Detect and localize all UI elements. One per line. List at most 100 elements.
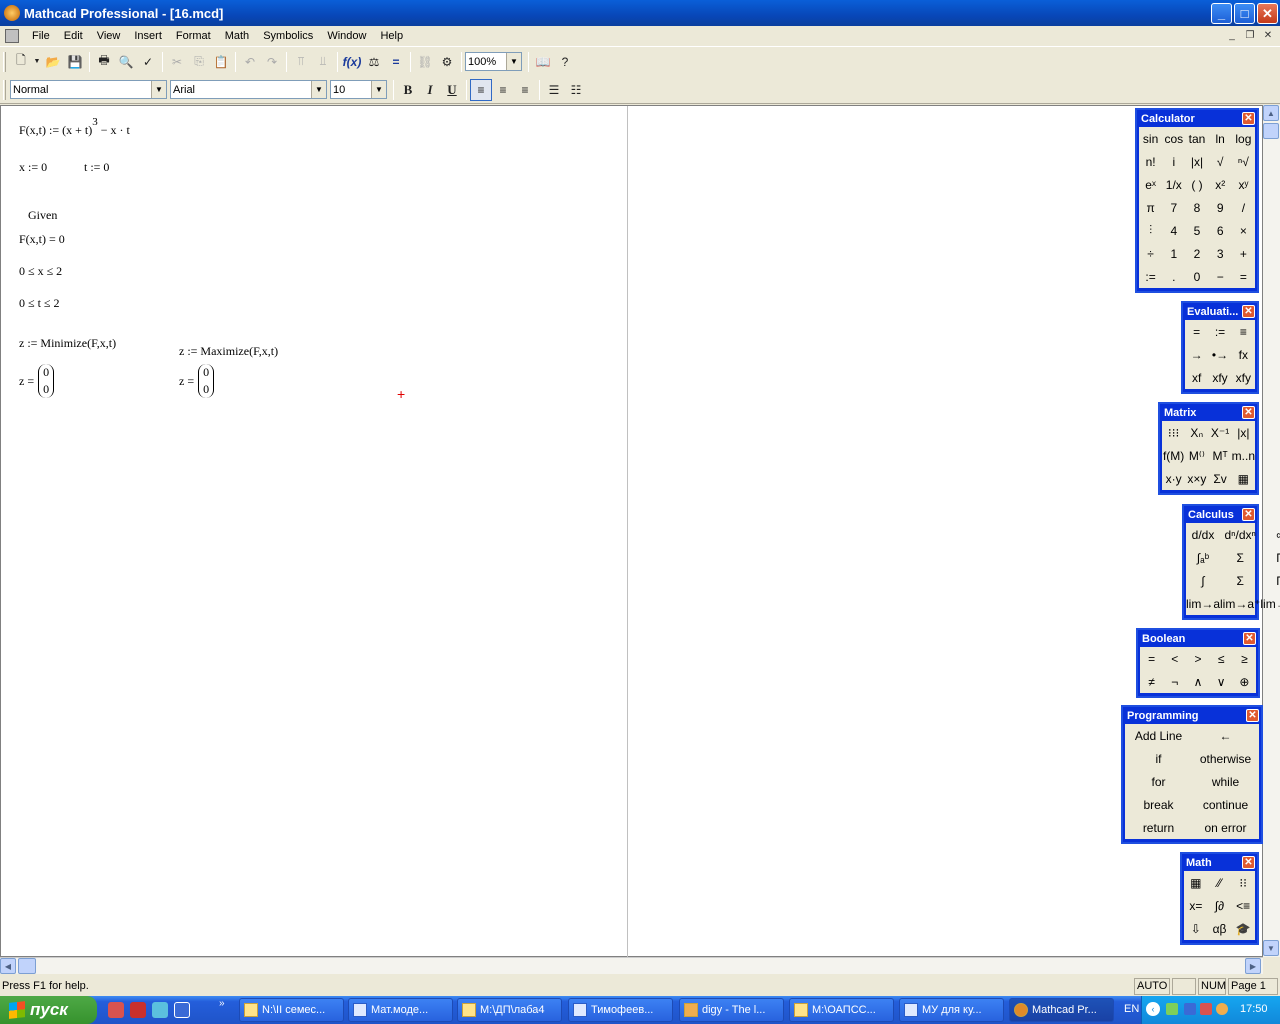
math-button-6[interactable]: ⇩ [1184,917,1208,940]
new-document-icon[interactable]: 🗋 [10,51,32,73]
scroll-thumb[interactable] [1263,123,1279,139]
calculator-button-12[interactable]: ( ) [1185,173,1208,196]
mathcad-app-icon[interactable] [4,5,20,21]
math-button-0[interactable]: ▦ [1184,871,1208,894]
cut-icon[interactable]: ✂ [166,51,188,73]
close-icon[interactable]: ✕ [1242,856,1255,869]
chevron-down-icon[interactable]: ▼ [311,81,326,98]
math-button-2[interactable]: ⁝⁝ [1231,871,1255,894]
calculus-button-6[interactable]: ∫ [1186,569,1220,592]
update-icon[interactable] [1216,1003,1228,1015]
doc-restore-button[interactable]: ❐ [1242,28,1258,42]
document-icon[interactable] [5,29,19,43]
evaluation-button-0[interactable]: = [1185,320,1208,343]
help-icon[interactable]: ? [554,51,576,73]
minimize-expression[interactable]: z := Minimize(F,x,t) [19,336,116,351]
close-icon[interactable]: ✕ [1242,112,1255,125]
boolean-button-3[interactable]: ≤ [1210,647,1233,670]
toolbar-grip[interactable] [3,79,6,100]
programming-button-6[interactable]: break [1125,793,1192,816]
task-button[interactable]: Тимофеев... [568,998,673,1022]
paste-icon[interactable]: 📋 [210,51,232,73]
z-max-result[interactable]: z = 0 0 [179,364,215,398]
close-icon[interactable]: ✕ [1246,709,1259,722]
underline-button[interactable]: U [441,79,463,101]
evaluation-button-3[interactable]: → [1185,343,1208,366]
scroll-up-icon[interactable]: ▲ [1263,105,1279,121]
menu-edit[interactable]: Edit [57,30,90,42]
menu-file[interactable]: File [25,30,57,42]
close-button[interactable]: ✕ [1257,3,1278,24]
calculate-icon[interactable]: = [385,51,407,73]
calculator-button-10[interactable]: eˣ [1139,173,1162,196]
z-min-result[interactable]: z = 0 0 [19,364,55,398]
insert-hyperlink-icon[interactable]: ⛓ [414,51,436,73]
task-button[interactable]: N:\II семес... [239,998,344,1022]
calculator-button-31[interactable]: . [1162,265,1185,288]
calculator-button-26[interactable]: 1 [1162,242,1185,265]
calculator-button-28[interactable]: 3 [1209,242,1232,265]
redo-icon[interactable]: ↷ [261,51,283,73]
matrix-button-5[interactable]: M⁽⁾ [1185,444,1208,467]
copy-icon[interactable]: ⎘ [188,51,210,73]
insert-function-icon[interactable]: f(x) [341,51,363,73]
calculator-button-14[interactable]: xʸ [1232,173,1255,196]
menu-math[interactable]: Math [218,30,256,42]
calculator-button-3[interactable]: ln [1209,127,1232,150]
clock[interactable]: 17:50 [1240,1003,1268,1015]
math-button-3[interactable]: x= [1184,894,1208,917]
calculator-button-20[interactable]: ⫶ [1139,219,1162,242]
close-icon[interactable]: ✕ [1242,508,1255,521]
programming-button-4[interactable]: for [1125,770,1192,793]
font-select[interactable]: Arial ▼ [170,80,327,99]
bold-button[interactable]: B [397,79,419,101]
matrix-button-0[interactable]: ⁝⁝⁝ [1162,421,1185,444]
chevron-down-icon[interactable]: ▼ [151,81,166,98]
matrix-button-6[interactable]: Mᵀ [1208,444,1231,467]
menu-window[interactable]: Window [320,30,373,42]
style-select[interactable]: Normal ▼ [10,80,167,99]
boolean-button-6[interactable]: ¬ [1163,670,1186,693]
matrix-button-11[interactable]: ▦ [1232,467,1255,490]
dropdown-arrow-icon[interactable]: ▼ [32,51,42,73]
security-icon[interactable] [1200,1003,1212,1015]
calculus-button-5[interactable]: Π [1260,546,1280,569]
calculator-button-34[interactable]: = [1232,265,1255,288]
language-indicator[interactable]: EN [1124,1003,1139,1015]
menu-view[interactable]: View [90,30,128,42]
matrix-button-7[interactable]: m..n [1232,444,1255,467]
programming-button-7[interactable]: continue [1192,793,1259,816]
programming-button-5[interactable]: while [1192,770,1259,793]
programming-button-3[interactable]: otherwise [1192,747,1259,770]
doc-close-button[interactable]: ✕ [1260,28,1276,42]
print-icon[interactable]: 🖶 [93,51,115,73]
matrix-button-4[interactable]: f(M) [1162,444,1185,467]
calculator-button-25[interactable]: ÷ [1139,242,1162,265]
evaluation-button-1[interactable]: := [1208,320,1231,343]
task-button[interactable]: M:\ОАПСС... [789,998,894,1022]
given-keyword[interactable]: Given [28,208,57,223]
tray-expand-icon[interactable]: ‹ [1146,1002,1160,1016]
menu-insert[interactable]: Insert [127,30,169,42]
matrix-button-2[interactable]: X⁻¹ [1208,421,1231,444]
calculator-button-22[interactable]: 5 [1185,219,1208,242]
programming-button-2[interactable]: if [1125,747,1192,770]
evaluation-button-6[interactable]: xf [1185,366,1208,389]
evaluation-button-7[interactable]: xfy [1208,366,1231,389]
calculator-button-19[interactable]: / [1232,196,1255,219]
insert-unit-icon[interactable]: ⚖ [363,51,385,73]
quicklaunch-icon[interactable] [130,1002,146,1018]
undo-icon[interactable]: ↶ [239,51,261,73]
calculator-button-6[interactable]: i [1162,150,1185,173]
calculator-button-33[interactable]: − [1209,265,1232,288]
calculator-button-9[interactable]: ⁿ√ [1232,150,1255,173]
evaluation-button-2[interactable]: ≡ [1232,320,1255,343]
calculus-button-7[interactable]: Σ [1220,569,1260,592]
calculator-button-8[interactable]: √ [1209,150,1232,173]
calculus-button-10[interactable]: lim→a⁺ [1220,592,1260,615]
constraint-equation[interactable]: F(x,t) = 0 [19,232,65,247]
print-preview-icon[interactable]: 🔍 [115,51,137,73]
align-down-icon[interactable]: ⫫ [312,51,334,73]
calculus-button-1[interactable]: dⁿ/dxⁿ [1220,523,1260,546]
matrix-button-3[interactable]: |x| [1232,421,1255,444]
